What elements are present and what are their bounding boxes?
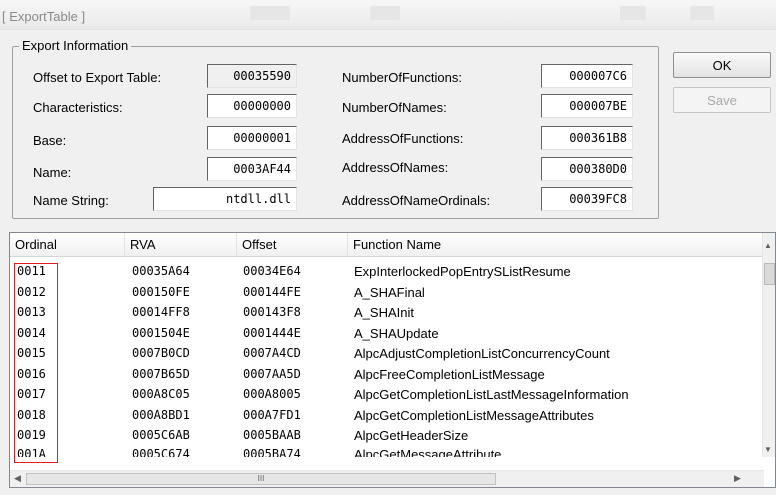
table-row[interactable]: 0012 000150FE 000144FE A_SHAFinal (10, 283, 764, 303)
address-of-functions-label: AddressOfFunctions: (342, 131, 464, 146)
offset-cell: 0007AA5D (243, 367, 301, 381)
name-string-field[interactable]: ntdll.dll (153, 187, 297, 211)
rva-cell: 000A8C05 (132, 387, 190, 401)
rva-cell: 0007B0CD (132, 346, 190, 360)
window-title: [ ExportTable ] (2, 9, 86, 24)
offset-cell: 000A7FD1 (243, 408, 301, 422)
function-name-cell: AlpcGetMessageAttribute (354, 447, 502, 457)
table-row[interactable]: 0018 000A8BD1 000A7FD1 AlpcGetCompletion… (10, 406, 764, 426)
vertical-scroll-thumb[interactable] (764, 263, 775, 285)
characteristics-label: Characteristics: (33, 100, 123, 115)
base-field[interactable]: 00000001 (207, 126, 297, 150)
list-header: Ordinal RVA Offset Function Name (10, 233, 764, 257)
rva-cell: 0001504E (132, 326, 190, 340)
scroll-right-icon[interactable]: ▶ (734, 473, 741, 484)
grip-icon: III (257, 474, 265, 483)
name-field[interactable]: 0003AF44 (207, 157, 297, 181)
offset-cell: 0001444E (243, 326, 301, 340)
function-name-cell: AlpcGetHeaderSize (354, 428, 469, 443)
rva-cell: 00014FF8 (132, 305, 190, 319)
offset-cell: 000A8005 (243, 387, 301, 401)
base-label: Base: (33, 133, 67, 148)
function-name-cell: AlpcAdjustCompletionListConcurrencyCount (354, 346, 610, 361)
group-title: Export Information (19, 38, 132, 53)
number-of-names-label: NumberOfNames: (342, 100, 447, 115)
ordinal-highlight-box (14, 263, 58, 463)
rva-cell: 0005C6AB (132, 428, 190, 442)
ok-button[interactable]: OK (673, 52, 771, 78)
address-of-name-ordinals-label: AddressOfNameOrdinals: (342, 193, 491, 208)
rva-cell: 0007B65D (132, 367, 190, 381)
column-header-ordinal[interactable]: Ordinal (10, 233, 125, 256)
function-name-cell: A_SHAFinal (354, 285, 425, 300)
rva-cell: 00035A64 (132, 264, 190, 278)
titlebar-ghost-tab (250, 6, 290, 20)
table-row[interactable]: 0017 000A8C05 000A8005 AlpcGetCompletion… (10, 385, 764, 405)
function-name-cell: A_SHAInit (354, 305, 414, 320)
function-name-cell: AlpcFreeCompletionListMessage (354, 367, 545, 382)
offset-cell: 0007A4CD (243, 346, 301, 360)
offset-cell: 000144FE (243, 285, 301, 299)
horizontal-scroll-thumb[interactable]: III (26, 473, 496, 485)
table-row[interactable]: 0016 0007B65D 0007AA5D AlpcFreeCompletio… (10, 365, 764, 385)
column-header-offset[interactable]: Offset (237, 233, 348, 256)
offset-cell: 00034E64 (243, 264, 301, 278)
offset-label: Offset to Export Table: (33, 70, 162, 85)
function-name-cell: AlpcGetCompletionListMessageAttributes (354, 408, 594, 423)
title-bar: [ ExportTable ] (0, 0, 776, 30)
address-of-name-ordinals-field[interactable]: 00039FC8 (541, 187, 633, 211)
scroll-up-icon[interactable]: ▲ (764, 241, 772, 250)
address-of-names-field[interactable]: 000380D0 (541, 157, 633, 181)
offset-cell: 0005BAAB (243, 428, 301, 442)
table-row[interactable]: 0013 00014FF8 000143F8 A_SHAInit (10, 303, 764, 323)
table-row[interactable]: 0015 0007B0CD 0007A4CD AlpcAdjustComplet… (10, 344, 764, 364)
scroll-down-icon[interactable]: ▼ (764, 445, 772, 454)
offset-cell: 000143F8 (243, 305, 301, 319)
rva-cell: 000150FE (132, 285, 190, 299)
function-name-cell: AlpcGetCompletionListLastMessageInformat… (354, 387, 629, 402)
table-row[interactable]: 0019 0005C6AB 0005BAAB AlpcGetHeaderSize (10, 426, 764, 446)
offset-cell: 0005BA74 (243, 447, 301, 457)
address-of-functions-field[interactable]: 000361B8 (541, 126, 633, 150)
table-row[interactable]: 0014 0001504E 0001444E A_SHAUpdate (10, 324, 764, 344)
function-name-cell: ExpInterlockedPopEntrySListResume (354, 264, 571, 279)
column-header-function-name[interactable]: Function Name (348, 233, 764, 256)
name-label: Name: (33, 165, 72, 180)
table-row[interactable]: 0011 00035A64 00034E64 ExpInterlockedPop… (10, 262, 764, 282)
titlebar-ghost-tab (620, 6, 646, 20)
save-button[interactable]: Save (673, 87, 771, 113)
vertical-scrollbar[interactable]: ▲ ▼ (762, 233, 775, 457)
offset-field[interactable]: 00035590 (207, 64, 297, 88)
horizontal-scrollbar[interactable]: ◀ III ▶ (10, 470, 764, 487)
rva-cell: 0005C674 (132, 447, 190, 457)
number-of-names-field[interactable]: 000007BE (541, 94, 633, 118)
export-list[interactable]: Ordinal RVA Offset Function Name 0011 00… (9, 232, 776, 488)
number-of-functions-label: NumberOfFunctions: (342, 70, 462, 85)
function-name-cell: A_SHAUpdate (354, 326, 439, 341)
address-of-names-label: AddressOfNames: (342, 160, 449, 175)
rva-cell: 000A8BD1 (132, 408, 190, 422)
name-string-label: Name String: (33, 193, 109, 208)
number-of-functions-field[interactable]: 000007C6 (541, 64, 633, 88)
titlebar-ghost-tab (370, 6, 400, 20)
table-row[interactable]: 001A 0005C674 0005BA74 AlpcGetMessageAtt… (10, 445, 764, 457)
scroll-left-icon[interactable]: ◀ (14, 473, 21, 484)
column-header-rva[interactable]: RVA (125, 233, 237, 256)
characteristics-field[interactable]: 00000000 (207, 94, 297, 118)
titlebar-ghost-tab (690, 6, 714, 20)
